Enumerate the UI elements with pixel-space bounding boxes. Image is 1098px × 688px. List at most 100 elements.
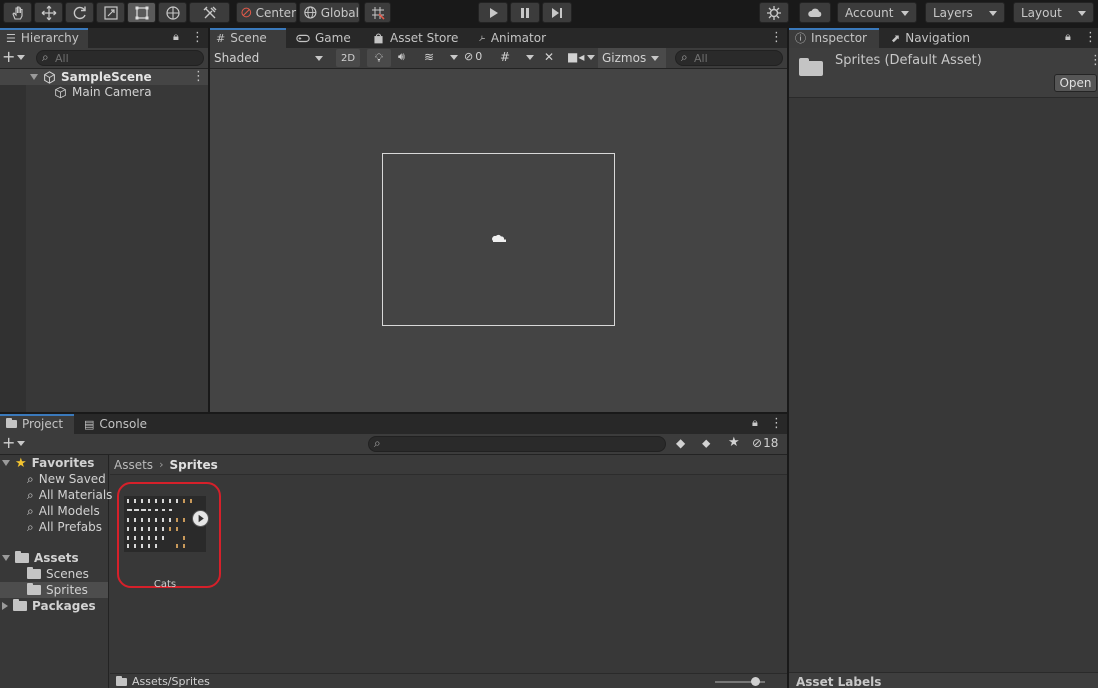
project-add-dropdown-icon[interactable] xyxy=(17,441,25,446)
grid-dropdown-icon[interactable] xyxy=(526,55,534,60)
asset-labels-bar[interactable]: Asset Labels xyxy=(789,672,1098,688)
lighting-toggle-icon[interactable]: 💡︎ xyxy=(367,49,391,67)
favorite-item-label: All Materials xyxy=(38,488,113,502)
add-dropdown-icon[interactable] xyxy=(17,55,25,60)
breadcrumb-assets[interactable]: Assets xyxy=(114,458,153,472)
breadcrumb-sprites[interactable]: Sprites xyxy=(169,458,217,472)
tab-console[interactable]: ▤ Console xyxy=(78,414,154,434)
step-button[interactable] xyxy=(542,2,572,23)
project-lock-icon[interactable]: 🔒︎ xyxy=(752,416,758,430)
assets-expand-icon[interactable] xyxy=(2,555,10,561)
tab-game[interactable]: Game xyxy=(290,28,364,48)
project-search-input[interactable] xyxy=(368,436,666,452)
tab-inspector[interactable]: ⓘ Inspector xyxy=(789,28,879,48)
play-button[interactable] xyxy=(478,2,508,23)
main-camera-label: Main Camera xyxy=(72,85,152,99)
cloud-icon xyxy=(808,8,822,17)
packages-expand-icon[interactable] xyxy=(2,602,8,610)
camera-icon[interactable]: ■◂ xyxy=(567,50,584,64)
scale-tool-button[interactable] xyxy=(96,2,125,23)
cloud-button[interactable] xyxy=(799,2,831,23)
audio-toggle-icon[interactable]: 🔊︎ xyxy=(398,50,405,64)
open-button-label: Open xyxy=(1059,76,1092,90)
shading-mode-dropdown[interactable]: Shaded xyxy=(210,48,330,68)
asset-item-cats[interactable] xyxy=(124,496,209,552)
hand-icon xyxy=(11,5,23,20)
project-add-icon[interactable]: + xyxy=(2,433,15,452)
rect-tool-button[interactable] xyxy=(127,2,156,23)
camera-gizmo-icon[interactable] xyxy=(491,233,507,245)
scene-menu-icon[interactable] xyxy=(770,30,783,45)
lock-icon[interactable]: 🔒︎ xyxy=(173,30,179,44)
tab-navigation[interactable]: ⬈ Navigation xyxy=(885,28,979,48)
hierarchy-search-input[interactable]: All xyxy=(36,50,204,66)
hand-tool-button[interactable] xyxy=(3,2,32,23)
folder-sprites-selected[interactable]: Sprites xyxy=(0,582,108,598)
layout-dropdown[interactable]: Layout xyxy=(1013,2,1094,23)
add-icon[interactable]: + xyxy=(2,47,15,66)
hierarchy-gutter xyxy=(0,69,26,412)
zoom-slider-thumb[interactable] xyxy=(751,677,760,686)
layers-dropdown[interactable]: Layers xyxy=(925,2,1005,23)
scene-menu-icon[interactable] xyxy=(192,69,205,84)
tab-animator[interactable]: Animator xyxy=(472,28,552,48)
pivot-center-button[interactable]: Center xyxy=(236,2,297,23)
favorite-item-all-models[interactable]: ⌕ All Models xyxy=(27,503,100,519)
shopping-bag-icon xyxy=(374,33,383,43)
hierarchy-menu-icon[interactable] xyxy=(191,30,204,45)
hidden-objects-toggle[interactable]: ⊘ 0 xyxy=(464,50,482,63)
project-hidden-toggle[interactable]: ⊘ 18 xyxy=(752,436,778,450)
pause-button[interactable] xyxy=(510,2,540,23)
tab-navigation-label: Navigation xyxy=(905,31,970,45)
toggle-2d-button[interactable]: 2D xyxy=(336,49,360,67)
tools-icon xyxy=(203,6,216,18)
tab-hierarchy[interactable]: ☰ Hierarchy xyxy=(0,28,88,48)
inspector-lock-icon[interactable]: 🔒︎ xyxy=(1065,30,1071,44)
camera-dropdown-icon[interactable] xyxy=(587,55,595,60)
effects-dropdown-icon[interactable] xyxy=(450,55,458,60)
inspector-header: Sprites (Default Asset) Open xyxy=(789,48,1098,98)
assets-folder[interactable]: Assets xyxy=(2,550,79,566)
global-space-button[interactable]: Global xyxy=(299,2,360,23)
tab-scene[interactable]: # Scene xyxy=(210,28,286,48)
scene-viewport[interactable] xyxy=(210,69,787,412)
favorites-expand-icon[interactable] xyxy=(2,460,10,466)
hierarchy-item-main-camera[interactable]: Main Camera xyxy=(54,84,152,100)
custom-tools-button[interactable] xyxy=(189,2,230,23)
asset-header-menu-icon[interactable] xyxy=(1089,53,1098,68)
project-menu-icon[interactable] xyxy=(770,416,783,431)
services-button[interactable] xyxy=(759,2,789,23)
project-toolbar: + ◆ ⬥ ★ ⊘ 18 xyxy=(0,433,787,455)
favorites-header[interactable]: ★ Favorites xyxy=(2,455,94,471)
favorite-item-new-saved[interactable]: ⌕ New Saved xyxy=(27,471,106,487)
scene-row[interactable]: SampleScene xyxy=(0,69,208,85)
tab-asset-store[interactable]: Asset Store xyxy=(366,28,466,48)
open-button[interactable]: Open xyxy=(1054,74,1097,92)
grid-snap-button[interactable] xyxy=(364,2,391,23)
search-by-type-icon[interactable]: ◆ xyxy=(676,436,685,450)
search-by-label-icon[interactable]: ⬥ xyxy=(702,436,710,451)
scene-search-input[interactable]: All xyxy=(675,50,783,66)
favorite-item-all-materials[interactable]: ⌕ All Materials xyxy=(27,487,112,503)
rotate-tool-button[interactable] xyxy=(65,2,94,23)
tab-project[interactable]: Project xyxy=(0,414,74,434)
favorite-star-icon[interactable]: ★ xyxy=(728,435,740,450)
inspector-menu-icon[interactable] xyxy=(1084,30,1097,45)
footer-folder-icon xyxy=(116,675,127,686)
grid-visibility-icon[interactable]: # xyxy=(500,50,510,64)
transform-tool-button[interactable] xyxy=(158,2,187,23)
expand-arrow-icon[interactable] xyxy=(30,74,38,80)
expand-sprites-button[interactable] xyxy=(192,510,209,527)
rotate-icon xyxy=(73,6,86,19)
favorite-item-all-prefabs[interactable]: ⌕ All Prefabs xyxy=(27,519,102,535)
gizmos-dropdown[interactable]: Gizmos xyxy=(598,48,666,68)
effects-toggle-icon[interactable]: ≋ xyxy=(424,50,434,64)
packages-folder[interactable]: Packages xyxy=(2,598,96,614)
account-dropdown[interactable]: Account xyxy=(837,2,917,23)
main-toolbar: Center Global Account Layers Layout xyxy=(0,0,1098,26)
folder-scenes[interactable]: Scenes xyxy=(27,566,89,582)
move-tool-button[interactable] xyxy=(34,2,63,23)
footer-path: Assets/Sprites xyxy=(132,675,210,688)
tools-icon[interactable]: ✕ xyxy=(544,50,554,64)
folder-large-icon xyxy=(799,58,823,76)
